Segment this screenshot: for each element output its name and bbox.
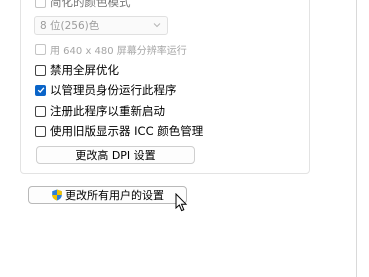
uac-shield-icon — [52, 189, 62, 201]
register-restart-checkbox[interactable] — [35, 105, 46, 117]
chevron-down-icon — [153, 23, 161, 28]
legacy-icc-row[interactable]: 使用旧版显示器 ICC 颜色管理 — [35, 123, 203, 139]
disable-fullscreen-opt-row[interactable]: 禁用全屏优化 — [35, 62, 119, 78]
color-depth-select[interactable]: 8 位(256)色 — [34, 16, 168, 35]
run-as-admin-checkbox[interactable] — [35, 84, 46, 96]
resolution-640-label: 用 640 x 480 屏幕分辨率运行 — [50, 45, 187, 57]
register-restart-row[interactable]: 注册此程序以重新启动 — [35, 103, 165, 119]
reduced-color-mode-checkbox[interactable] — [35, 0, 46, 8]
run-as-admin-row[interactable]: 以管理员身份运行此程序 — [35, 82, 177, 98]
change-dpi-button[interactable]: 更改高 DPI 设置 — [36, 146, 195, 164]
run-as-admin-label: 以管理员身份运行此程序 — [50, 83, 177, 97]
disable-fullscreen-opt-checkbox[interactable] — [35, 64, 46, 76]
compatibility-dialog: 简化的颜色模式 8 位(256)色 用 640 x 480 屏幕分辨率运行 禁用… — [0, 0, 369, 277]
checkmark-icon — [37, 87, 44, 94]
register-restart-label: 注册此程序以重新启动 — [50, 104, 165, 118]
reduced-color-mode-row[interactable]: 简化的颜色模式 — [35, 0, 131, 10]
disable-fullscreen-opt-label: 禁用全屏优化 — [50, 63, 119, 77]
change-all-users-button[interactable]: 更改所有用户的设置 — [28, 186, 187, 204]
mouse-pointer-icon — [175, 193, 188, 212]
change-dpi-label: 更改高 DPI 设置 — [75, 149, 156, 162]
resolution-640-row[interactable]: 用 640 x 480 屏幕分辨率运行 — [35, 41, 187, 57]
reduced-color-mode-label: 简化的颜色模式 — [50, 0, 131, 9]
color-depth-value: 8 位(256)色 — [40, 20, 100, 32]
legacy-icc-label: 使用旧版显示器 ICC 颜色管理 — [50, 124, 204, 138]
window-edge — [356, 0, 357, 277]
resolution-640-checkbox[interactable] — [35, 43, 46, 55]
change-all-users-label: 更改所有用户的设置 — [65, 189, 164, 202]
legacy-icc-checkbox[interactable] — [35, 125, 46, 137]
